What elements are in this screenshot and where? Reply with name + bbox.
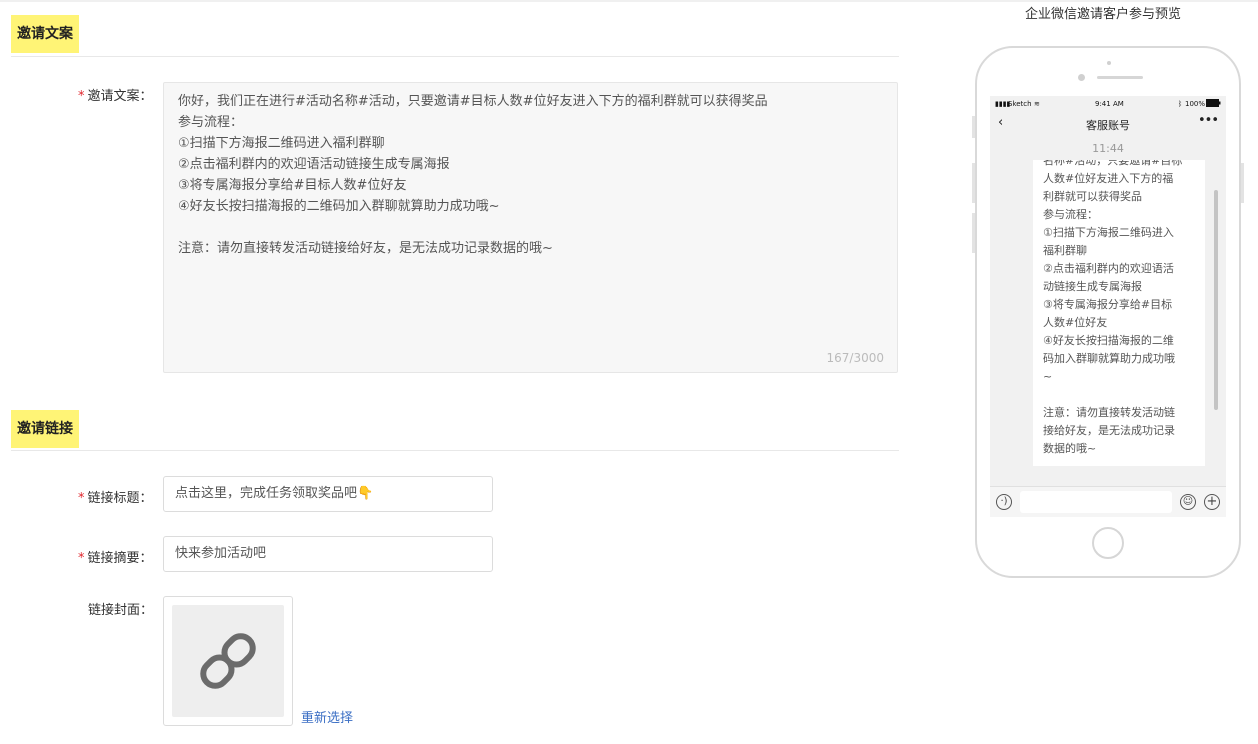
- chat-title: 客服账号: [1086, 119, 1130, 132]
- message-line: 动链接生成专属海报: [1043, 280, 1142, 293]
- message-line: 名称#活动，只要邀请#目标: [1043, 160, 1183, 167]
- message-line: 接给好友，是无法成功记录: [1043, 424, 1175, 437]
- copy-line: ①扫描下方海报二维码进入福利群聊: [178, 136, 385, 151]
- copy-line: 你好，我们正在进行#活动名称#活动，只要邀请#目标人数#位好友进入下方的福利群就…: [178, 94, 768, 109]
- message-line: 参与流程：: [1043, 208, 1098, 221]
- message-text: 名称#活动，只要邀请#目标 人数#位好友进入下方的福 利群就可以获得奖品 参与流…: [1043, 160, 1182, 458]
- chat-nav-bar: ‹ 客服账号 •••: [990, 113, 1226, 135]
- message-line: ②点击福利群内的欢迎语活: [1043, 262, 1174, 275]
- phone-screen: ▮▮▮▮ Sketch ≋ 9:41 AM ᛒ 100% ‹ 客服账号 ••• …: [990, 96, 1226, 517]
- link-title-label-text: 链接标题：: [87, 491, 153, 506]
- section-divider: [11, 450, 899, 451]
- message-line: 码加入群聊就算助力成功哦: [1043, 352, 1175, 365]
- voice-icon[interactable]: ·): [996, 494, 1012, 510]
- message-line: [1043, 386, 1182, 404]
- link-summary-label-text: 链接摘要：: [87, 551, 153, 566]
- message-line: 数据的哦~: [1043, 442, 1097, 455]
- bluetooth-icon: ᛒ: [1178, 100, 1183, 108]
- copy-line: 注意：请勿直接转发活动链接给好友，是无法成功记录数据的哦~: [178, 241, 553, 256]
- link-cover-upload[interactable]: [163, 596, 293, 726]
- chat-timestamp: 11:44: [1092, 142, 1124, 155]
- emoji-icon[interactable]: ☺: [1180, 494, 1196, 510]
- section-divider: [11, 56, 899, 57]
- link-summary-input[interactable]: 快来参加活动吧: [163, 536, 493, 572]
- copy-line: ②点击福利群内的欢迎语活动链接生成专属海报: [178, 157, 450, 172]
- required-mark: *: [78, 89, 85, 104]
- phone-speaker: [1097, 76, 1143, 79]
- invite-copy-text: 你好，我们正在进行#活动名称#活动，只要邀请#目标人数#位好友进入下方的福利群就…: [178, 91, 768, 259]
- reselect-cover-link[interactable]: 重新选择: [301, 707, 353, 726]
- required-mark: *: [78, 551, 85, 566]
- required-mark: *: [78, 491, 85, 506]
- phone-button: [1241, 163, 1244, 203]
- chat-input-bar: ·) ☺ +: [990, 486, 1226, 517]
- copy-line: [178, 217, 768, 238]
- message-bubble: 名称#活动，只要邀请#目标 人数#位好友进入下方的福 利群就可以获得奖品 参与流…: [1033, 160, 1205, 466]
- copy-line: ③将专属海报分享给#目标人数#位好友: [178, 178, 407, 193]
- cover-placeholder: [172, 605, 284, 717]
- message-line: 福利群聊: [1043, 244, 1087, 257]
- chat-input-field[interactable]: [1020, 491, 1172, 513]
- link-cover-label: 链接封面：: [88, 603, 154, 618]
- section-title-invite-copy: 邀请文案: [11, 15, 79, 53]
- message-line: ④好友长按扫描海报的二维: [1043, 334, 1174, 347]
- invite-copy-textarea[interactable]: 你好，我们正在进行#活动名称#活动，只要邀请#目标人数#位好友进入下方的福利群就…: [163, 82, 898, 373]
- battery-text: 100%: [1185, 100, 1206, 108]
- plus-icon[interactable]: +: [1204, 494, 1220, 510]
- copy-label: * 邀请文案：: [78, 85, 153, 104]
- status-time: 9:41 AM: [1095, 100, 1124, 108]
- top-divider: [0, 0, 1258, 2]
- message-line: ③将专属海报分享给#目标: [1043, 298, 1173, 311]
- preview-title: 企业微信邀请客户参与预览: [1025, 7, 1182, 22]
- link-title-label: * 链接标题：: [78, 487, 153, 506]
- link-summary-label: * 链接摘要：: [78, 547, 153, 566]
- message-line: 利群就可以获得奖品: [1043, 190, 1142, 203]
- phone-camera: [1078, 74, 1085, 81]
- copy-label-text: 邀请文案：: [87, 89, 153, 104]
- battery-icon: [1206, 99, 1221, 109]
- more-icon[interactable]: •••: [1198, 113, 1219, 128]
- message-line: ①扫描下方海报二维码进入: [1043, 226, 1174, 239]
- message-line: 人数#位好友进入下方的福: [1043, 172, 1174, 185]
- link-icon: [200, 633, 256, 689]
- section-title-invite-link: 邀请链接: [11, 410, 79, 448]
- wifi-icon: ≋: [1034, 100, 1040, 108]
- message-line: ~: [1043, 370, 1053, 383]
- status-bar: ▮▮▮▮ Sketch ≋ 9:41 AM ᛒ 100%: [990, 96, 1226, 113]
- link-title-input[interactable]: 点击这里，完成任务领取奖品吧👇: [163, 476, 493, 512]
- phone-sensor: [1107, 61, 1111, 65]
- message-line: 注意：请勿直接转发活动链: [1043, 406, 1175, 419]
- carrier-text: Sketch: [1008, 100, 1032, 108]
- char-counter: 167/3000: [826, 351, 885, 365]
- chat-scrollbar[interactable]: [1214, 190, 1218, 410]
- message-line: 人数#位好友: [1043, 316, 1108, 329]
- copy-line: 参与流程：: [178, 115, 244, 130]
- copy-line: ④好友长按扫描海报的二维码加入群聊就算助力成功哦~: [178, 199, 500, 214]
- home-button: [1092, 527, 1124, 559]
